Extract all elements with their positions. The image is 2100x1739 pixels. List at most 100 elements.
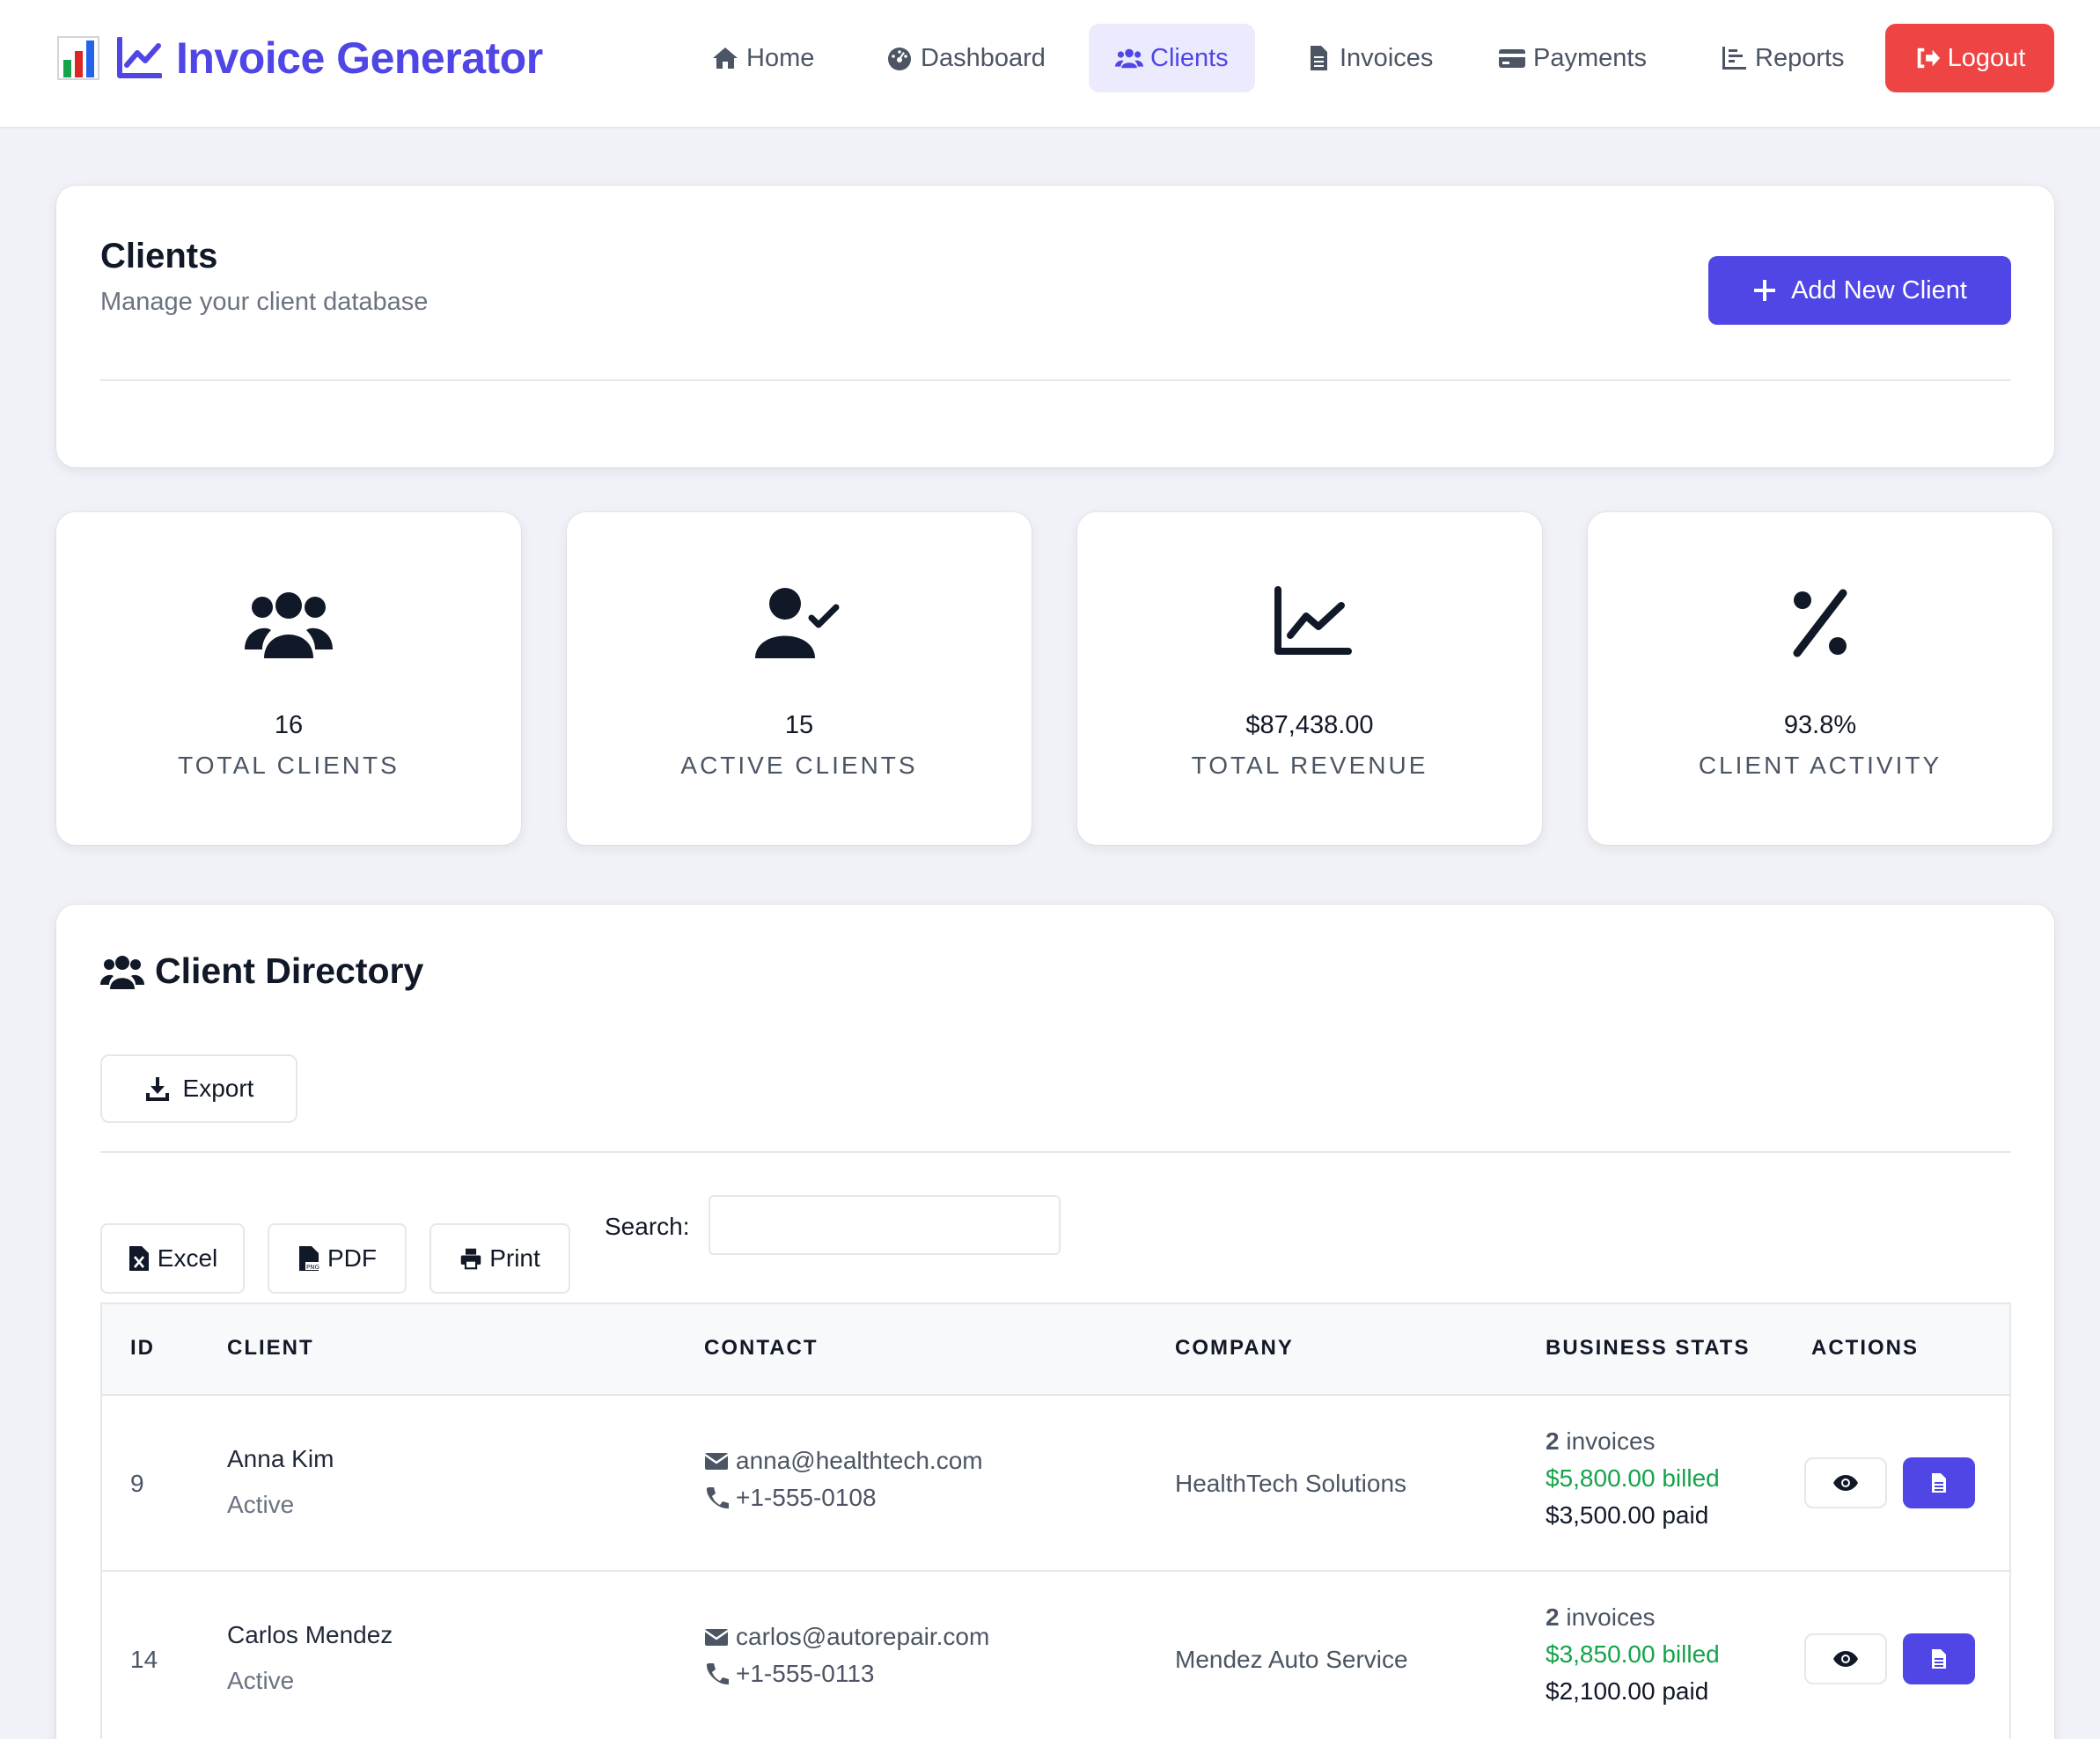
clients-table: ID CLIENT CONTACT COMPANY BUSINESS STATS…	[100, 1302, 2011, 1739]
eye-icon	[1833, 1651, 1858, 1667]
table-row[interactable]: 9 Anna Kim Active anna@healthtech.com +1…	[102, 1396, 2009, 1572]
client-directory-card: Client Directory Export Excel PNG PDF Pr…	[56, 905, 2054, 1739]
client-company: HealthTech Solutions	[1175, 1470, 1407, 1497]
paid-amount: $2,100.00 paid	[1546, 1677, 1709, 1705]
home-icon	[713, 48, 738, 69]
top-navbar: Invoice Generator Home Dashboard Clients…	[0, 0, 2100, 128]
nav-dashboard[interactable]: Dashboard	[859, 24, 1072, 92]
phone-icon	[706, 1663, 729, 1685]
logout-label: Logout	[1947, 43, 2026, 72]
nav-home-label: Home	[746, 43, 815, 72]
nav-payments[interactable]: Payments	[1472, 24, 1673, 92]
brand[interactable]: Invoice Generator	[56, 32, 543, 84]
stat-label: TOTAL REVENUE	[1191, 752, 1428, 779]
stat-card-total-revenue: $87,438.00 TOTAL REVENUE	[1077, 512, 1542, 845]
client-company: Mendez Auto Service	[1175, 1646, 1408, 1673]
logout-button[interactable]: Logout	[1885, 24, 2054, 92]
client-id: 14	[130, 1646, 158, 1673]
bar-chart-icon	[1722, 47, 1746, 70]
view-client-button[interactable]	[1804, 1633, 1887, 1684]
file-image-icon: PNG	[299, 1246, 319, 1271]
envelope-icon	[704, 1629, 729, 1646]
column-header-actions: ACTIONS	[1811, 1336, 1919, 1360]
business-stats: 2 invoices $3,850.00 billed $2,100.00 pa…	[1546, 1603, 1720, 1705]
paid-amount: $3,500.00 paid	[1546, 1501, 1709, 1529]
print-icon	[460, 1248, 481, 1270]
logout-icon	[1917, 48, 1940, 69]
phone-icon	[706, 1487, 729, 1509]
invoice-count: 2	[1546, 1603, 1560, 1631]
bar-chart-emoji-icon	[56, 35, 100, 81]
export-button[interactable]: Export	[100, 1054, 297, 1123]
eye-icon	[1833, 1475, 1858, 1491]
invoice-count: 2	[1546, 1427, 1560, 1455]
stat-value: 15	[784, 711, 814, 739]
client-email[interactable]: anna@healthtech.com	[704, 1447, 983, 1475]
pdf-label: PDF	[327, 1244, 377, 1272]
print-label: Print	[489, 1244, 540, 1272]
client-invoices-button[interactable]	[1903, 1633, 1975, 1684]
excel-button[interactable]: Excel	[100, 1223, 245, 1294]
user-check-icon	[755, 588, 840, 658]
billed-amount: $3,850.00 billed	[1546, 1640, 1720, 1668]
view-client-button[interactable]	[1804, 1457, 1887, 1508]
export-label: Export	[182, 1075, 254, 1102]
file-excel-icon	[128, 1246, 149, 1271]
stat-label: ACTIVE CLIENTS	[680, 752, 918, 779]
billed-amount: $5,800.00 billed	[1546, 1464, 1720, 1492]
client-id: 9	[130, 1470, 144, 1497]
file-icon	[1932, 1649, 1946, 1669]
stat-label: TOTAL CLIENTS	[178, 752, 400, 779]
excel-label: Excel	[157, 1244, 218, 1272]
client-name: Carlos Mendez	[227, 1621, 393, 1648]
nav-dashboard-label: Dashboard	[921, 43, 1046, 72]
divider	[100, 1151, 2011, 1153]
stat-card-active-clients: 15 ACTIVE CLIENTS	[567, 512, 1032, 845]
line-chart-icon	[117, 37, 162, 78]
table-row[interactable]: 14 Carlos Mendez Active carlos@autorepai…	[102, 1572, 2009, 1739]
page-title: Clients	[100, 237, 218, 275]
stat-card-total-clients: 16 TOTAL CLIENTS	[56, 512, 521, 845]
stat-card-client-activity: 93.8% CLIENT ACTIVITY	[1588, 512, 2052, 845]
nav-home[interactable]: Home	[685, 24, 841, 92]
line-chart-icon	[1274, 586, 1352, 655]
stat-label: CLIENT ACTIVITY	[1698, 752, 1942, 779]
stat-value: 16	[274, 711, 304, 739]
page-subtitle: Manage your client database	[100, 288, 429, 316]
nav-clients[interactable]: Clients	[1089, 24, 1255, 92]
column-header-company[interactable]: COMPANY	[1175, 1336, 1294, 1361]
add-new-client-button[interactable]: Add New Client	[1708, 256, 2011, 325]
column-header-business-stats[interactable]: BUSINESS STATS	[1546, 1336, 1750, 1361]
stat-value: $87,438.00	[1245, 711, 1374, 739]
nav-invoices[interactable]: Invoices	[1278, 24, 1459, 92]
stat-value: 93.8%	[1783, 711, 1857, 739]
nav-clients-label: Clients	[1150, 43, 1229, 72]
client-status: Active	[227, 1667, 295, 1694]
users-icon	[100, 955, 144, 989]
client-phone[interactable]: +1-555-0113	[704, 1660, 989, 1688]
column-header-contact[interactable]: CONTACT	[704, 1336, 819, 1361]
client-email[interactable]: carlos@autorepair.com	[704, 1623, 989, 1651]
pdf-button[interactable]: PNG PDF	[268, 1223, 407, 1294]
users-icon	[245, 592, 333, 658]
app-title: Invoice Generator	[176, 33, 543, 83]
client-name: Anna Kim	[227, 1445, 334, 1472]
client-directory-title: Client Directory	[100, 950, 423, 992]
column-header-client[interactable]: CLIENT	[227, 1336, 314, 1361]
add-new-client-label: Add New Client	[1791, 275, 1967, 305]
client-invoices-button[interactable]	[1903, 1457, 1975, 1508]
file-icon	[1932, 1473, 1946, 1493]
svg-text:PNG: PNG	[306, 1264, 319, 1271]
print-button[interactable]: Print	[430, 1223, 570, 1294]
file-icon	[1311, 46, 1327, 70]
nav-reports[interactable]: Reports	[1693, 24, 1871, 92]
search-input[interactable]	[709, 1195, 1061, 1255]
envelope-icon	[704, 1453, 729, 1470]
download-icon	[145, 1077, 169, 1101]
users-icon	[1115, 48, 1143, 69]
credit-card-icon	[1499, 49, 1525, 68]
column-header-id[interactable]: ID	[130, 1336, 155, 1361]
client-status: Active	[227, 1491, 295, 1518]
client-phone[interactable]: +1-555-0108	[704, 1484, 983, 1512]
percent-icon	[1793, 589, 1847, 657]
